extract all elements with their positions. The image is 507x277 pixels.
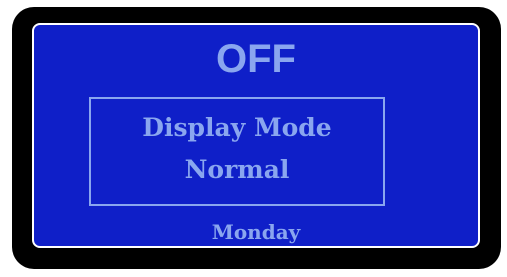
lcd-screen: OFF Display Mode Normal Monday [32,23,480,248]
display-mode-label: Display Mode [142,113,332,142]
display-mode-panel: Display Mode Normal [89,97,385,206]
day-of-week: Monday [211,220,301,244]
display-mode-value: Normal [184,155,290,184]
device-bezel: OFF Display Mode Normal Monday [12,7,501,269]
power-status: OFF [216,37,296,81]
